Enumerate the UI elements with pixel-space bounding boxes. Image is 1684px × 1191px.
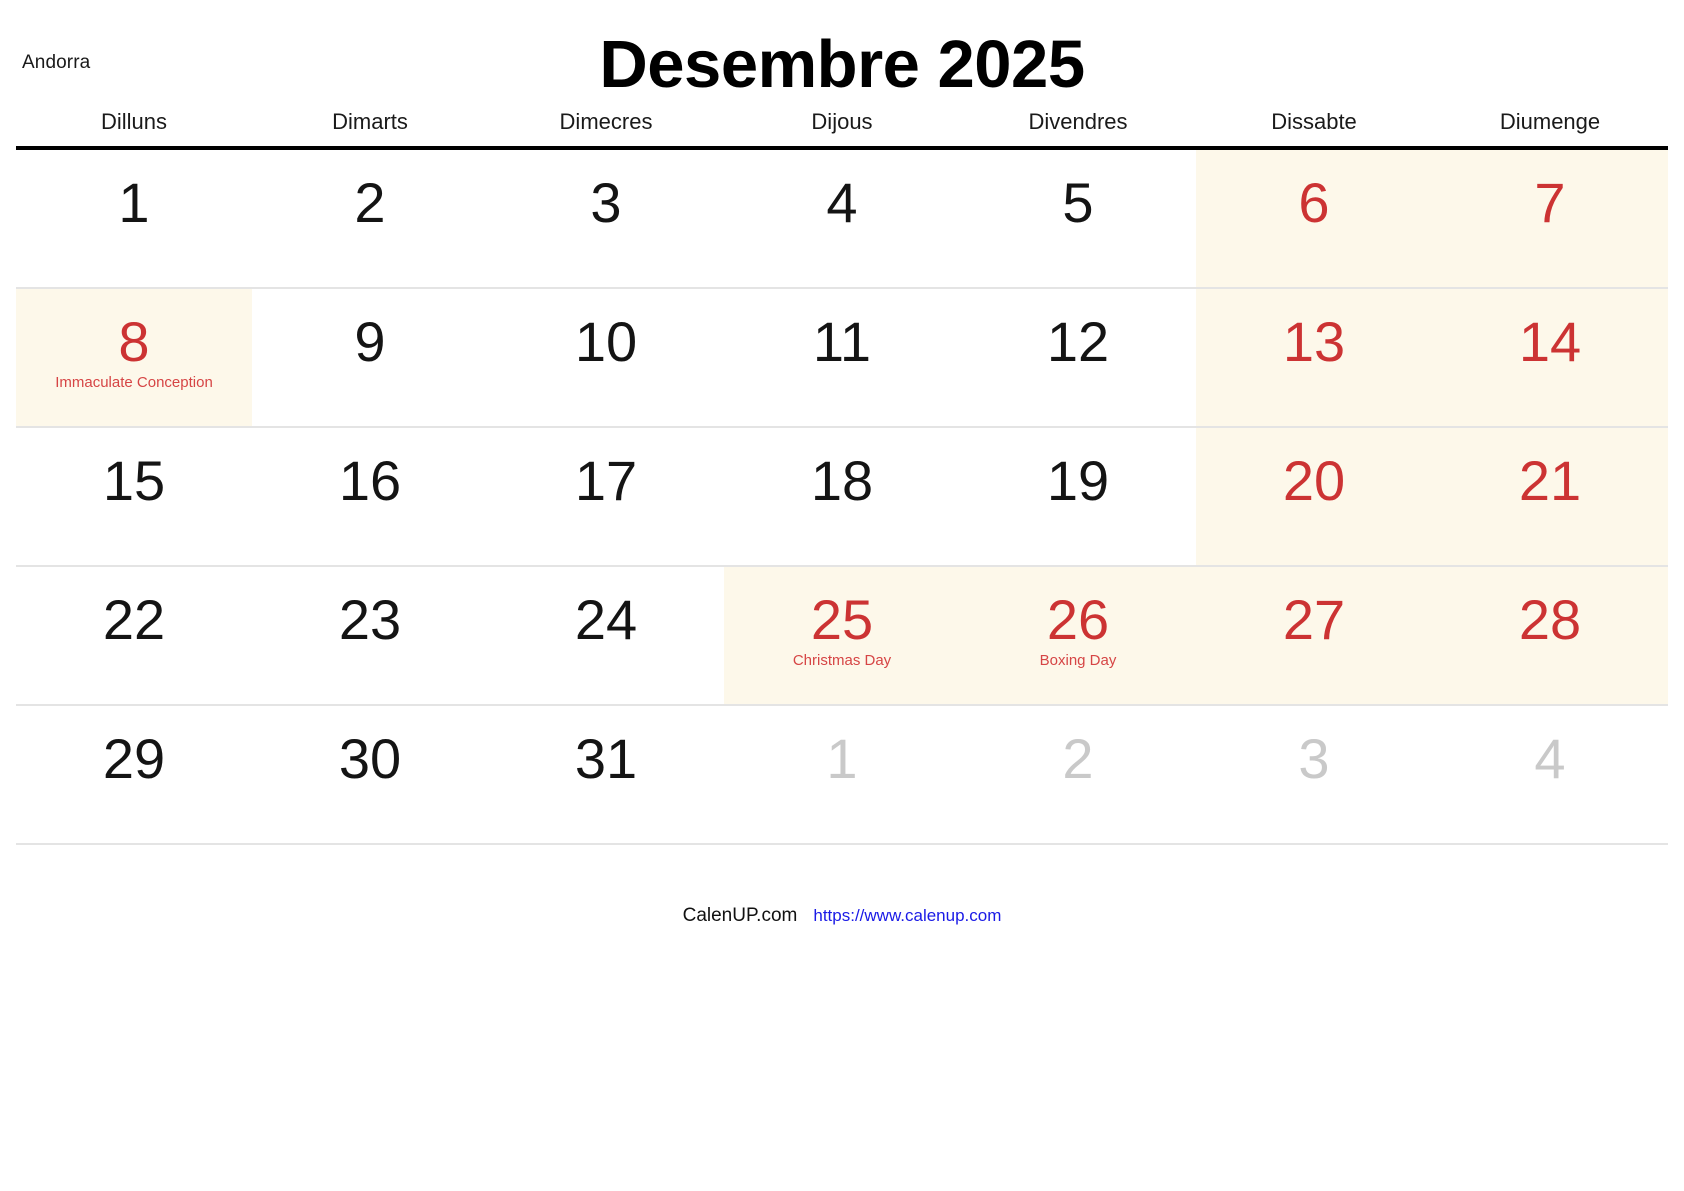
day-number: 10 [574,310,638,373]
weekday-header-diumenge: Diumenge [1499,109,1601,134]
day-cell[interactable]: 9 [252,289,488,426]
day-number: 26 [1046,588,1110,651]
day-cell[interactable]: 4 [724,150,960,287]
calendar-page: Andorra Desembre 2025 Dilluns Dimarts Dime… [0,0,1684,1191]
day-number: 20 [1282,449,1346,512]
day-cell[interactable]: 18 [724,428,960,565]
day-number: 22 [102,588,166,651]
day-cell[interactable]: 2 [960,706,1196,843]
day-number: 5 [1062,171,1094,234]
calendar-week-row: 29 30 31 1 2 3 4 [16,706,1668,845]
day-cell[interactable]: 3 [1196,706,1432,843]
day-number: 6 [1298,171,1330,234]
day-cell[interactable]: 13 [1196,289,1432,426]
day-number: 15 [102,449,166,512]
weekday-header-dimecres: Dimecres [559,109,653,134]
day-cell[interactable]: 30 [252,706,488,843]
day-number: 31 [574,727,638,790]
day-cell[interactable]: 27 [1196,567,1432,704]
day-cell[interactable]: 19 [960,428,1196,565]
day-cell[interactable]: 8 Immaculate Conception [16,289,252,426]
holiday-label: Boxing Day [1039,652,1117,670]
day-cell[interactable]: 10 [488,289,724,426]
day-number: 16 [338,449,402,512]
weekday-header-dijous: Dijous [811,109,873,134]
calendar-week-row: 22 23 24 25 Christmas Day 26 Boxing Day 27 28 [16,567,1668,706]
day-number: 30 [338,727,402,790]
day-number: 25 [810,588,874,651]
weekday-header-row: Dilluns Dimarts Dimecres Dijous Divendres Dis… [16,108,1668,146]
holiday-label: Christmas Day [792,652,892,670]
day-cell[interactable]: 3 [488,150,724,287]
day-number: 2 [354,171,386,234]
day-number: 28 [1518,588,1582,651]
day-number: 8 [118,310,150,373]
day-number: 23 [338,588,402,651]
day-number: 14 [1518,310,1582,373]
day-number: 27 [1282,588,1346,651]
day-cell[interactable]: 14 [1432,289,1668,426]
day-number: 21 [1518,449,1582,512]
day-number: 17 [574,449,638,512]
day-number: 1 [118,171,150,234]
weekday-header-dissabte: Dissabte [1271,109,1357,134]
day-cell[interactable]: 5 [960,150,1196,287]
calendar-week-row: 1 2 3 4 5 6 7 [16,150,1668,289]
day-cell[interactable]: 1 [16,150,252,287]
holiday-label: Immaculate Conception [55,374,213,392]
day-number: 2 [1062,727,1094,790]
page-title: Desembre 2025 [599,27,1085,102]
calendar-grid: Dilluns Dimarts Dimecres Dijous Divendres Dis… [16,108,1668,845]
day-cell[interactable]: 1 [724,706,960,843]
day-cell[interactable]: 22 [16,567,252,704]
day-cell[interactable]: 28 [1432,567,1668,704]
day-cell[interactable]: 4 [1432,706,1668,843]
day-number: 9 [354,310,386,373]
day-cell[interactable]: 25 Christmas Day [724,567,960,704]
day-cell[interactable]: 31 [488,706,724,843]
page-header: Andorra Desembre 2025 [0,0,1684,108]
day-cell[interactable]: 24 [488,567,724,704]
calendar-week-row: 8 Immaculate Conception 9 10 11 12 13 14 [16,289,1668,428]
day-cell[interactable]: 2 [252,150,488,287]
day-cell[interactable]: 20 [1196,428,1432,565]
day-cell[interactable]: 26 Boxing Day [960,567,1196,704]
day-cell[interactable]: 12 [960,289,1196,426]
day-number: 19 [1046,449,1110,512]
day-cell[interactable]: 29 [16,706,252,843]
day-number: 24 [574,588,638,651]
weekday-header-dilluns: Dilluns [100,109,168,134]
day-number: 12 [1046,310,1110,373]
day-number: 1 [826,727,858,790]
day-cell[interactable]: 6 [1196,150,1432,287]
page-footer: CalenUP.com https://www.calenup.com [0,905,1684,927]
day-cell[interactable]: 17 [488,428,724,565]
day-cell[interactable]: 15 [16,428,252,565]
day-number: 11 [812,310,872,373]
day-cell[interactable]: 16 [252,428,488,565]
calendar-week-row: 15 16 17 18 19 20 21 [16,428,1668,567]
day-number: 4 [826,171,858,234]
weekday-header-divendres: Divendres [1028,109,1128,134]
day-number: 18 [810,449,874,512]
calendar-weeks: 1 2 3 4 5 6 7 8 Immaculate Conception 9 10 11 12 13 14… [16,150,1668,845]
weekday-header-dimarts: Dimarts [332,109,408,134]
day-number: 4 [1534,727,1566,790]
footer-url-link[interactable]: https://www.calenup.com [813,906,1001,926]
footer-brand: CalenUP.com [682,905,798,926]
day-number: 29 [102,727,166,790]
day-cell[interactable]: 23 [252,567,488,704]
day-cell[interactable]: 21 [1432,428,1668,565]
day-cell[interactable]: 11 [724,289,960,426]
day-number: 7 [1534,171,1566,234]
day-number: 13 [1282,310,1346,373]
day-cell[interactable]: 7 [1432,150,1668,287]
day-number: 3 [590,171,622,234]
day-number: 3 [1298,727,1330,790]
